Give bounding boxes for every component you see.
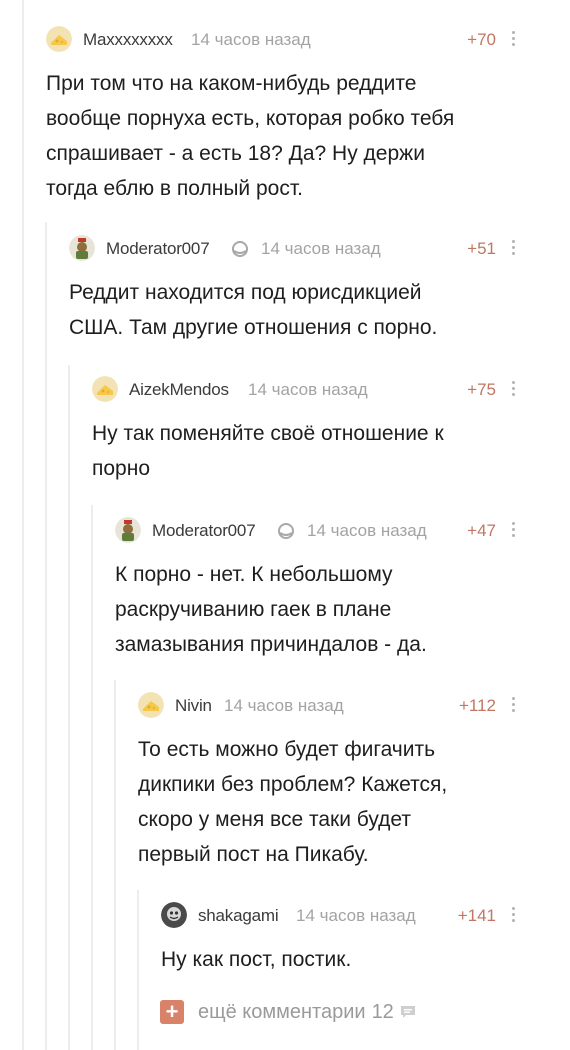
comment-rating: +47 <box>467 521 496 540</box>
thread-line <box>22 0 24 1050</box>
comment-text: При том что на каком-нибудь реддите вооб… <box>46 72 455 200</box>
comment-username[interactable]: Moderator007 <box>152 521 256 541</box>
comment-username[interactable]: Moderator007 <box>106 239 210 259</box>
moderator-avatar-icon[interactable] <box>69 235 95 261</box>
comment-text: Ну так поменяйте своё отношение к порно <box>92 422 444 480</box>
comment: Moderator007 14 часов назад +51 Реддит н… <box>69 233 522 345</box>
comment-header: Moderator007 14 часов назад +51 <box>69 233 522 263</box>
comment-username[interactable]: Maxxxxxxxx <box>83 30 173 50</box>
comment-header: shakagami 14 часов назад +141 <box>161 900 522 930</box>
more-dots-icon[interactable] <box>510 379 516 399</box>
thread-line <box>45 222 47 1050</box>
thread-line <box>137 890 139 1050</box>
comment-time[interactable]: 14 часов назад <box>296 906 416 926</box>
comment-meta: 14 часов назад <box>231 239 381 259</box>
comment-username[interactable]: Nivin <box>175 696 212 716</box>
comment-meta: 14 часов назад <box>296 906 416 926</box>
comment: AizekMendos 14 часов назад +75 Ну так по… <box>92 374 522 486</box>
comment-time[interactable]: 14 часов назад <box>261 239 381 259</box>
cheese-avatar-icon[interactable] <box>138 692 164 718</box>
cheese-avatar-icon[interactable] <box>46 26 72 52</box>
comment-username[interactable]: AizekMendos <box>129 380 229 400</box>
comment: shakagami 14 часов назад +141 Ну как пос… <box>161 900 522 977</box>
comment-text: То есть можно будет фигачить дикпики без… <box>138 738 448 866</box>
moderator-badge-icon <box>232 241 248 257</box>
comment-text: Реддит находится под юрисдикцией США. Та… <box>69 281 438 339</box>
comment-rating: +112 <box>458 696 496 715</box>
comment-text: К порно - нет. К небольшому раскручивани… <box>115 563 427 656</box>
comment-meta: 14 часов назад <box>224 696 344 716</box>
comment-time[interactable]: 14 часов назад <box>248 380 368 400</box>
comment-header: Nivin 14 часов назад +112 <box>138 690 522 720</box>
comment-header: Moderator007 14 часов назад +47 <box>115 515 522 545</box>
thread-line <box>68 365 70 1050</box>
moderator-avatar-icon[interactable] <box>115 517 141 543</box>
comment-text: Ну как пост, постик. <box>161 948 352 971</box>
more-dots-icon[interactable] <box>510 695 516 715</box>
expand-plus-icon[interactable]: + <box>160 1000 184 1024</box>
more-comments-count: 12 <box>371 1000 394 1023</box>
comment-rating: +70 <box>467 30 496 49</box>
comment-username[interactable]: shakagami <box>198 906 279 926</box>
comment-header: Maxxxxxxxx 14 часов назад +70 <box>46 24 522 54</box>
cheese-avatar-icon[interactable] <box>92 376 118 402</box>
thread-line <box>114 680 116 1050</box>
more-dots-icon[interactable] <box>510 29 516 49</box>
comment-meta: 14 часов назад <box>248 380 368 400</box>
more-comments-button[interactable]: + ещё комментарии 12 <box>160 1000 416 1024</box>
comment-meta: 14 часов назад <box>277 521 427 541</box>
comment-bubble-icon <box>400 1006 415 1018</box>
more-dots-icon[interactable] <box>510 905 516 925</box>
comment-rating: +75 <box>467 380 496 399</box>
user-avatar-icon[interactable] <box>161 902 187 928</box>
comment-header: AizekMendos 14 часов назад +75 <box>92 374 522 404</box>
more-comments-label[interactable]: ещё комментарии <box>198 1001 366 1024</box>
comment-rating: +51 <box>467 239 496 258</box>
comment-rating: +141 <box>457 906 496 925</box>
more-dots-icon[interactable] <box>510 238 516 258</box>
comment-time[interactable]: 14 часов назад <box>191 30 311 50</box>
comment: Nivin 14 часов назад +112 То есть можно … <box>138 690 522 872</box>
thread-line <box>91 505 93 1050</box>
comment: Maxxxxxxxx 14 часов назад +70 При том чт… <box>46 24 522 206</box>
moderator-badge-icon <box>278 523 294 539</box>
comment-time[interactable]: 14 часов назад <box>224 696 344 716</box>
more-dots-icon[interactable] <box>510 520 516 540</box>
comment: Moderator007 14 часов назад +47 К порно … <box>115 515 522 662</box>
comment-meta: 14 часов назад <box>191 30 311 50</box>
comment-time[interactable]: 14 часов назад <box>307 521 427 541</box>
